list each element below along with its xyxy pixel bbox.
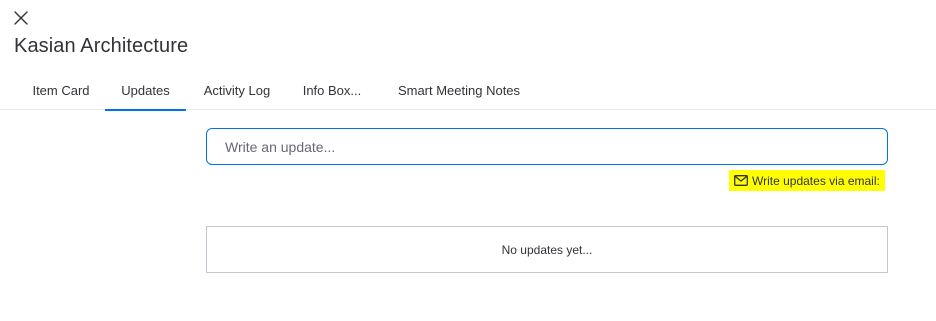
close-icon xyxy=(14,11,28,25)
updates-empty-state: No updates yet... xyxy=(206,226,888,273)
email-link-label: Write updates via email: xyxy=(752,173,880,188)
tab-item-card[interactable]: Item Card xyxy=(18,70,104,110)
update-input[interactable] xyxy=(206,128,888,165)
close-button[interactable] xyxy=(12,9,30,27)
envelope-icon xyxy=(734,175,748,186)
tab-info-box[interactable]: Info Box... xyxy=(288,70,376,110)
tab-bar: Item Card Updates Activity Log Info Box.… xyxy=(0,70,936,111)
tab-updates[interactable]: Updates xyxy=(105,70,186,111)
empty-message: No updates yet... xyxy=(501,242,593,257)
page-title: Kasian Architecture xyxy=(14,35,189,57)
write-updates-via-email-link[interactable]: Write updates via email: xyxy=(729,170,885,191)
tab-smart-meeting-notes[interactable]: Smart Meeting Notes xyxy=(381,70,537,110)
tab-activity-log[interactable]: Activity Log xyxy=(187,70,287,110)
